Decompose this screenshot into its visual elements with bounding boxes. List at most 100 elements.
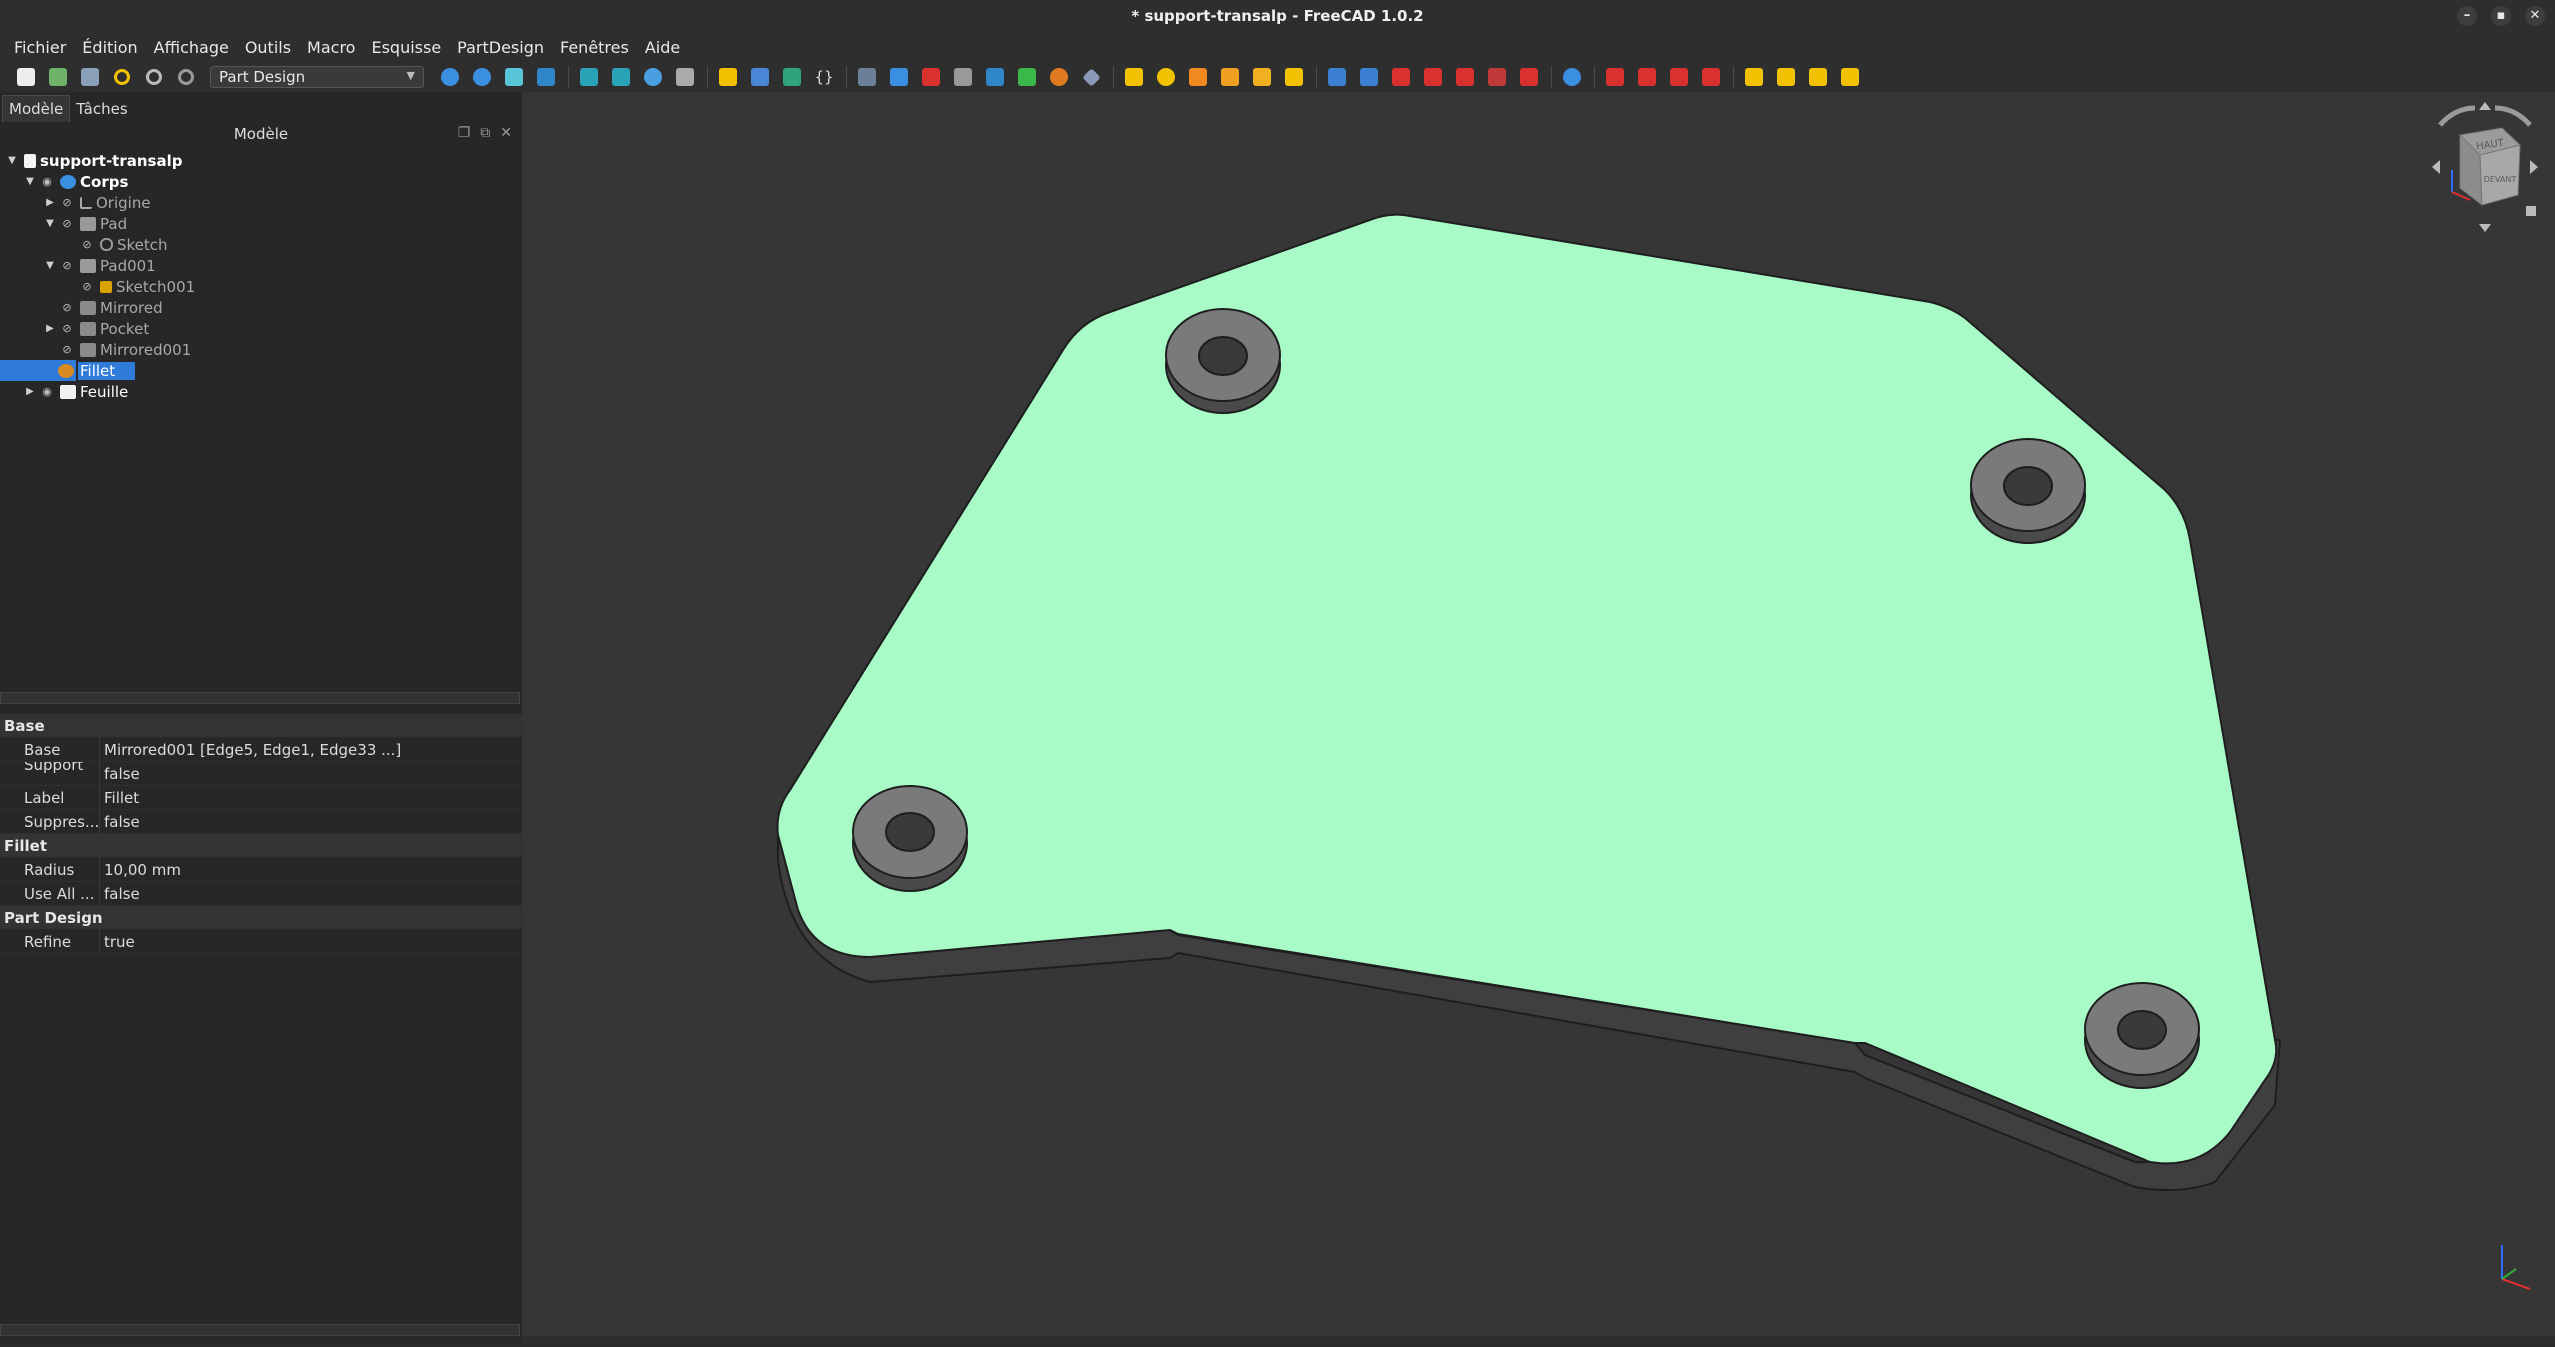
menu-macro[interactable]: Macro bbox=[299, 38, 363, 57]
visibility-off-icon[interactable]: ⊘ bbox=[58, 322, 76, 335]
menu-fichier[interactable]: Fichier bbox=[6, 38, 74, 57]
chevron-down-icon[interactable]: ▼ bbox=[22, 176, 38, 187]
multitransform-button[interactable] bbox=[1838, 65, 1862, 89]
rotate-left-arrow-icon[interactable] bbox=[2438, 105, 2476, 127]
tree-item-document[interactable]: ▼ support-transalp bbox=[4, 150, 182, 171]
menu-outils[interactable]: Outils bbox=[237, 38, 299, 57]
property-row[interactable]: Base Mirrored001 [Edge5, Edge1, Edge33 .… bbox=[0, 738, 522, 762]
standard-views-button[interactable] bbox=[502, 65, 526, 89]
tab-tasks[interactable]: Tâches bbox=[70, 96, 133, 122]
3d-viewport[interactable] bbox=[522, 92, 2555, 1343]
create-part-button[interactable] bbox=[716, 65, 740, 89]
chevron-down-icon[interactable]: ▼ bbox=[4, 155, 20, 166]
menu-aide[interactable]: Aide bbox=[637, 38, 688, 57]
property-value[interactable]: 10,00 mm bbox=[100, 861, 181, 879]
additive-loft-button[interactable] bbox=[1186, 65, 1210, 89]
menu-esquisse[interactable]: Esquisse bbox=[363, 38, 449, 57]
linear-pattern-button[interactable] bbox=[1774, 65, 1798, 89]
tree-item-sketch[interactable]: ⊘ Sketch bbox=[78, 234, 167, 255]
arrow-down-icon[interactable] bbox=[2479, 224, 2491, 232]
tree-item-pad001[interactable]: ▼ ⊘ Pad001 bbox=[42, 255, 156, 276]
whats-this-button[interactable] bbox=[673, 65, 697, 89]
menu-affichage[interactable]: Affichage bbox=[146, 38, 237, 57]
fit-selection-button[interactable] bbox=[470, 65, 494, 89]
property-row[interactable]: Label Fillet bbox=[0, 786, 522, 810]
tree-item-pad[interactable]: ▼ ⊘ Pad bbox=[42, 213, 127, 234]
property-value[interactable]: false bbox=[100, 885, 140, 903]
plate-top-face[interactable] bbox=[776, 213, 2278, 1165]
measure-button[interactable] bbox=[641, 65, 665, 89]
shape-binder-button[interactable] bbox=[983, 65, 1007, 89]
fillet-button[interactable] bbox=[1603, 65, 1627, 89]
hole-button[interactable] bbox=[1357, 65, 1381, 89]
property-row[interactable]: Suppres... false bbox=[0, 810, 522, 834]
tab-model[interactable]: Modèle bbox=[2, 95, 71, 122]
property-value[interactable]: Mirrored001 [Edge5, Edge1, Edge33 ...] bbox=[100, 741, 401, 759]
visibility-icon[interactable]: ◉ bbox=[38, 175, 56, 188]
create-sketch-button[interactable] bbox=[919, 65, 943, 89]
visibility-off-icon[interactable]: ⊘ bbox=[78, 280, 96, 293]
visibility-off-icon[interactable]: ⊘ bbox=[58, 301, 76, 314]
tree-item-pocket[interactable]: ▶ ⊘ Pocket bbox=[42, 318, 149, 339]
bolt-hole-1[interactable] bbox=[1165, 308, 1281, 414]
tree-item-mirrored[interactable]: ⊘ Mirrored bbox=[58, 297, 162, 318]
visibility-off-icon[interactable]: ⊘ bbox=[58, 217, 76, 230]
tree-horizontal-scrollbar[interactable] bbox=[0, 692, 520, 704]
tree-item-mirrored001[interactable]: ⊘ Mirrored001 bbox=[58, 339, 191, 360]
save-document-button[interactable] bbox=[78, 65, 102, 89]
tree-item-sketch001[interactable]: ⊘ Sketch001 bbox=[78, 276, 195, 297]
arrow-left-icon[interactable] bbox=[2432, 160, 2440, 174]
thickness-button[interactable] bbox=[1699, 65, 1723, 89]
tree-item-origin[interactable]: ▶ ⊘ Origine bbox=[42, 192, 150, 213]
property-row[interactable]: Use All ... false bbox=[0, 882, 522, 906]
variable-set-button[interactable]: {} bbox=[812, 65, 836, 89]
property-value[interactable]: true bbox=[100, 933, 135, 951]
minimize-button[interactable]: – bbox=[2457, 6, 2477, 26]
workbench-selector[interactable]: Part Design ▼ bbox=[210, 66, 424, 88]
close-icon[interactable]: ✕ bbox=[500, 125, 512, 141]
new-document-button[interactable] bbox=[14, 65, 38, 89]
visibility-off-icon[interactable]: ⊘ bbox=[78, 238, 96, 251]
undo-button[interactable] bbox=[110, 65, 134, 89]
validate-sketch-button[interactable] bbox=[951, 65, 975, 89]
mirrored-button[interactable] bbox=[1742, 65, 1766, 89]
maximize-button[interactable]: ▪ bbox=[2491, 6, 2511, 26]
close-button[interactable]: ✕ bbox=[2525, 6, 2545, 26]
property-row[interactable]: Support ... false bbox=[0, 762, 522, 786]
revolution-button[interactable] bbox=[1154, 65, 1178, 89]
create-body-button[interactable] bbox=[887, 65, 911, 89]
property-horizontal-scrollbar[interactable] bbox=[0, 1324, 520, 1336]
chevron-right-icon[interactable]: ▶ bbox=[22, 386, 38, 397]
tree-item-fillet[interactable]: Fillet bbox=[0, 360, 170, 381]
pad-button[interactable] bbox=[1122, 65, 1146, 89]
restore-icon[interactable]: ❐ bbox=[458, 125, 471, 141]
property-value[interactable]: false bbox=[100, 765, 140, 783]
bolt-hole-3[interactable] bbox=[852, 785, 968, 892]
chamfer-button[interactable] bbox=[1635, 65, 1659, 89]
boolean-button[interactable] bbox=[1560, 65, 1584, 89]
chevron-right-icon[interactable]: ▶ bbox=[42, 323, 58, 334]
datum-point-button[interactable] bbox=[1047, 65, 1071, 89]
visibility-off-icon[interactable]: ⊘ bbox=[58, 259, 76, 272]
subtractive-primitive-button[interactable] bbox=[1517, 65, 1541, 89]
draw-style-button[interactable] bbox=[577, 65, 601, 89]
menu-partdesign[interactable]: PartDesign bbox=[449, 38, 552, 57]
subtractive-loft-button[interactable] bbox=[1421, 65, 1445, 89]
property-row[interactable]: Radius 10,00 mm bbox=[0, 858, 522, 882]
groove-button[interactable] bbox=[1389, 65, 1413, 89]
tree-item-body[interactable]: ▼ ◉ Corps bbox=[22, 171, 128, 192]
sync-view-button[interactable] bbox=[534, 65, 558, 89]
rotate-right-arrow-icon[interactable] bbox=[2494, 105, 2532, 127]
link-button[interactable] bbox=[780, 65, 804, 89]
float-icon[interactable]: ⧉ bbox=[480, 125, 490, 141]
create-group-button[interactable] bbox=[748, 65, 772, 89]
datum-plane-button[interactable] bbox=[1079, 65, 1103, 89]
arrow-up-icon[interactable] bbox=[2479, 102, 2491, 110]
chevron-down-icon[interactable]: ▼ bbox=[42, 218, 58, 229]
visibility-icon[interactable]: ◉ bbox=[38, 385, 56, 398]
draft-button[interactable] bbox=[1667, 65, 1691, 89]
additive-primitive-button[interactable] bbox=[1282, 65, 1306, 89]
select-button[interactable] bbox=[855, 65, 879, 89]
arrow-right-icon[interactable] bbox=[2530, 160, 2538, 174]
clone-button[interactable] bbox=[1015, 65, 1039, 89]
